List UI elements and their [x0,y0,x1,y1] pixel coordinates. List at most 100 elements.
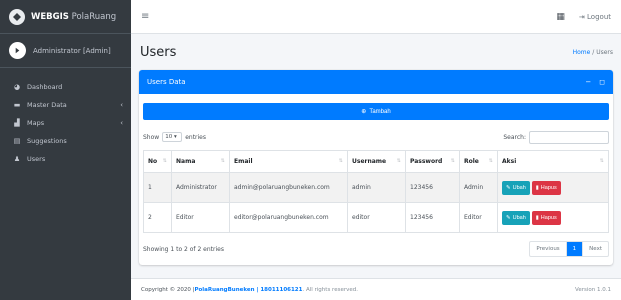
sidebar-item-master-data[interactable]: ▬ Master Data ‹ [0,96,131,114]
cell-password: 123456 [405,202,460,233]
cell-no: 2 [143,202,172,233]
sidebar-nav: ◕ Dashboard ▬ Master Data ‹ ▟ Maps ‹ ▤ S… [0,68,131,168]
dashboard-icon: ◕ [13,83,21,91]
sidebar-item-label: Maps [27,119,45,127]
pagination-page-1[interactable]: 1 [565,242,584,256]
table-row: 1 Administrator admin@polaruangbuneken.c… [143,172,609,203]
sidebar-item-maps[interactable]: ▟ Maps ‹ [0,114,131,132]
trash-icon: ▮ [535,184,539,191]
pagination-previous[interactable]: Previous [530,242,565,256]
footer-suffix: . All rights reserved. [302,286,358,293]
users-table: No ⇅ Nama ⇅ Email ⇅ Username ⇅ Password ⇅ Rol… [143,150,609,233]
edit-icon: ✎ [506,214,511,221]
sort-icon: ⇅ [220,158,225,164]
show-label: Show [143,133,160,141]
edit-button-label: Ubah [512,214,526,221]
brand-name: WEBGIS PolaRuang [31,11,117,22]
cell-username: editor [347,202,406,233]
footer: Copyright © 2020 | PolaRuangBuneken | 18… [131,278,621,300]
chevron-left-icon: ‹ [120,101,123,109]
cell-username: admin [347,172,406,203]
sidebar-item-dashboard[interactable]: ◕ Dashboard [0,78,131,96]
map-icon: ▟ [14,119,20,127]
add-user-button-label: Tambah [369,108,391,115]
delete-button-label: Hapus [540,184,557,191]
hamburger-menu-icon[interactable]: ≡ [141,11,149,22]
search-label: Search: [503,133,526,141]
edit-button[interactable]: ✎ Ubah [502,180,530,195]
breadcrumb-current: Users [596,48,613,56]
sidebar-item-label: Dashboard [27,83,63,91]
user-panel[interactable]: Administrator [Admin] [0,34,131,68]
logout-link[interactable]: ⇥ Logout [579,13,611,21]
entries-length-select[interactable]: 10 ▾ [162,132,183,142]
brand-link[interactable]: WEBGIS PolaRuang [0,0,131,34]
edit-button-label: Ubah [512,184,526,191]
breadcrumb: Home / Users [573,49,613,56]
cell-aksi: ✎ Ubah ▮ Hapus [497,172,609,203]
sidebar: WEBGIS PolaRuang Administrator [Admin] ◕… [0,0,131,300]
trash-icon: ▮ [535,214,539,221]
entries-label: entries [185,133,207,141]
pagination-next[interactable]: Next [583,242,608,256]
users-icon: ♟ [13,155,21,163]
maximize-icon[interactable]: ◻ [599,78,605,86]
sort-icon: ⇅ [450,158,455,164]
cell-role: Editor [459,202,498,233]
cell-nama: Administrator [171,172,230,203]
user-name: Administrator [Admin] [33,46,111,55]
table-header-row: No ⇅ Nama ⇅ Email ⇅ Username ⇅ Password ⇅ Rol… [143,150,609,173]
column-header-username[interactable]: Username ⇅ [347,150,406,173]
footer-copyright-prefix: Copyright © 2020 | [141,286,195,293]
cell-password: 123456 [405,172,460,203]
collapse-icon[interactable]: − [585,78,591,86]
page-title: Users [140,44,177,60]
grid-icon[interactable]: ▦ [556,12,565,22]
plus-circle-icon: ⊕ [361,109,367,115]
add-user-button[interactable]: ⊕ Tambah [143,103,609,120]
table-info: Showing 1 to 2 of 2 entries [143,245,224,253]
table-row: 2 Editor editor@polaruangbuneken.com edi… [143,202,609,233]
footer-link[interactable]: PolaRuangBuneken | 18011106121 [194,287,302,293]
card-header: Users Data − ◻ [139,70,613,94]
database-icon: ▬ [13,101,21,109]
comment-icon: ▤ [13,137,21,145]
column-header-email[interactable]: Email ⇅ [229,150,348,173]
user-avatar-icon [9,42,26,59]
column-header-password[interactable]: Password ⇅ [405,150,460,173]
brand-logo-icon [9,8,25,25]
cell-aksi: ✎ Ubah ▮ Hapus [497,202,609,233]
sort-icon: ⇅ [338,158,343,164]
breadcrumb-home[interactable]: Home [573,49,591,56]
sidebar-item-label: Master Data [27,101,67,109]
edit-icon: ✎ [506,184,511,191]
column-header-aksi[interactable]: Aksi ⇅ [497,150,609,173]
sort-icon: ⇅ [488,158,493,164]
delete-button[interactable]: ▮ Hapus [531,210,561,225]
topbar: ≡ ▦ ⇥ Logout [131,0,621,34]
cell-email: admin@polaruangbuneken.com [229,172,348,203]
footer-version: Version 1.0.1 [575,286,611,293]
logout-label: Logout [587,12,611,21]
cell-nama: Editor [171,202,230,233]
sidebar-item-label: Suggestions [27,137,67,145]
column-header-nama[interactable]: Nama ⇅ [171,150,230,173]
sidebar-item-suggestions[interactable]: ▤ Suggestions [0,132,131,150]
delete-button-label: Hapus [540,214,557,221]
sort-icon: ⇅ [162,158,167,164]
logout-icon: ⇥ [578,12,585,21]
search-input[interactable] [529,130,609,144]
column-header-no[interactable]: No ⇅ [143,150,172,173]
users-card: Users Data − ◻ ⊕ Tambah Show 10 ▾ entrie… [139,70,613,265]
column-header-role[interactable]: Role ⇅ [459,150,498,173]
edit-button[interactable]: ✎ Ubah [502,210,530,225]
main-content: Users Home / Users Users Data − ◻ ⊕ Tamb… [131,34,621,278]
sidebar-item-users[interactable]: ♟ Users [0,150,131,168]
sort-icon: ⇅ [599,158,604,164]
delete-button[interactable]: ▮ Hapus [531,180,561,195]
cell-email: editor@polaruangbuneken.com [229,202,348,233]
cell-no: 1 [143,172,172,203]
entries-length-value: 10 [165,134,173,140]
pagination: Previous 1 Next [529,241,609,257]
sidebar-item-label: Users [27,155,46,163]
